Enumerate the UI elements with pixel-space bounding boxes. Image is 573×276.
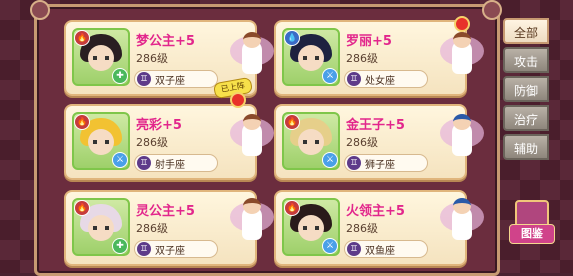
element-icon: 🔥 <box>284 114 300 130</box>
fairy-head <box>243 198 261 214</box>
hero-card[interactable]: 🔥 ⚔ 金王子+5 286级 ♊ 狮子座 <box>274 104 467 180</box>
hero-card[interactable]: 🔥 ⚔ 火领主+5 286级 ♊ 双鱼座 <box>274 190 467 266</box>
hero-level: 286级 <box>346 136 378 149</box>
zodiac-label: 双鱼座 <box>365 246 395 257</box>
tab-all[interactable]: 全部 <box>503 18 549 44</box>
frame-corner-ornament <box>482 0 502 20</box>
hero-level: 286级 <box>346 52 378 65</box>
fairy-pet-icon[interactable] <box>440 112 484 162</box>
zodiac-label: 双子座 <box>155 246 185 257</box>
fairy-head <box>453 32 471 48</box>
element-icon: 🔥 <box>284 200 300 216</box>
zodiac-label: 处女座 <box>365 76 395 87</box>
fairy-head <box>243 32 261 48</box>
tab-heal[interactable]: 治疗 <box>503 105 549 131</box>
notification-dot <box>454 16 470 32</box>
hero-name: 火领主+5 <box>346 204 405 219</box>
hero-name: 灵公主+5 <box>136 204 195 219</box>
tab-attack[interactable]: 攻击 <box>503 47 549 73</box>
element-icon: 🔥 <box>74 30 90 46</box>
zodiac-label: 射手座 <box>155 160 185 171</box>
zodiac-icon: ♊ <box>347 156 361 170</box>
sword-role-icon: ⚔ <box>322 68 338 84</box>
zodiac-icon: ♊ <box>347 72 361 86</box>
hero-eyes <box>93 226 109 230</box>
zodiac-icon: ♊ <box>347 242 361 256</box>
sword-role-icon: ⚔ <box>112 152 128 168</box>
sword-role-icon: ⚔ <box>322 152 338 168</box>
frame-corner-ornament <box>30 0 50 20</box>
element-icon: 🔥 <box>74 200 90 216</box>
zodiac-sign: ♊ 双鱼座 <box>344 240 428 258</box>
fairy-pet-icon[interactable] <box>230 112 274 162</box>
notification-dot <box>230 92 246 108</box>
hero-name: 亮彩+5 <box>136 118 182 133</box>
hero-eyes <box>93 56 109 60</box>
hero-level: 286级 <box>136 222 168 235</box>
hero-portrait: 💧 ⚔ <box>282 28 340 86</box>
heal-role-icon: ✚ <box>112 68 128 84</box>
hero-eyes <box>303 226 319 230</box>
zodiac-sign: ♊ 处女座 <box>344 70 428 88</box>
tab-defense[interactable]: 防御 <box>503 76 549 102</box>
hero-portrait: 🔥 ⚔ <box>282 198 340 256</box>
zodiac-label: 双子座 <box>155 76 185 87</box>
fairy-head <box>243 114 261 130</box>
sword-role-icon: ⚔ <box>322 238 338 254</box>
hero-eyes <box>303 140 319 144</box>
hero-card[interactable]: 🔥 ✚ 灵公主+5 286级 ♊ 双子座 <box>64 190 257 266</box>
hero-card[interactable]: 🔥 ⚔ 亮彩+5 286级 ♊ 射手座 <box>64 104 257 180</box>
tujian-button[interactable]: 图鉴 <box>509 200 555 244</box>
zodiac-sign: ♊ 双子座 <box>134 70 218 88</box>
zodiac-icon: ♊ <box>137 156 151 170</box>
zodiac-label: 狮子座 <box>365 160 395 171</box>
hero-level: 286级 <box>136 52 168 65</box>
hero-name: 梦公主+5 <box>136 34 195 49</box>
hero-portrait: 🔥 ✚ <box>72 28 130 86</box>
fairy-head <box>453 198 471 214</box>
hero-name: 金王子+5 <box>346 118 405 133</box>
zodiac-icon: ♊ <box>137 242 151 256</box>
hero-level: 286级 <box>346 222 378 235</box>
hero-portrait: 🔥 ⚔ <box>282 112 340 170</box>
zodiac-sign: ♊ 双子座 <box>134 240 218 258</box>
fairy-pet-icon[interactable] <box>230 196 274 246</box>
hero-level: 286级 <box>136 136 168 149</box>
heal-role-icon: ✚ <box>112 238 128 254</box>
zodiac-sign: ♊ 射手座 <box>134 154 218 172</box>
fairy-head <box>453 114 471 130</box>
hero-card[interactable]: 💧 ⚔ 罗丽+5 286级 ♊ 处女座 <box>274 20 467 96</box>
element-icon: 🔥 <box>74 114 90 130</box>
zodiac-icon: ♊ <box>137 72 151 86</box>
hero-eyes <box>303 56 319 60</box>
fairy-pet-icon[interactable] <box>440 196 484 246</box>
tab-support[interactable]: 辅助 <box>503 134 549 160</box>
hero-name: 罗丽+5 <box>346 34 392 49</box>
hero-portrait: 🔥 ✚ <box>72 198 130 256</box>
zodiac-sign: ♊ 狮子座 <box>344 154 428 172</box>
tujian-label: 图鉴 <box>509 224 555 244</box>
fairy-pet-icon[interactable] <box>230 30 274 80</box>
element-icon: 💧 <box>284 30 300 46</box>
hero-eyes <box>93 140 109 144</box>
hero-portrait: 🔥 ⚔ <box>72 112 130 170</box>
fairy-pet-icon[interactable] <box>440 30 484 80</box>
